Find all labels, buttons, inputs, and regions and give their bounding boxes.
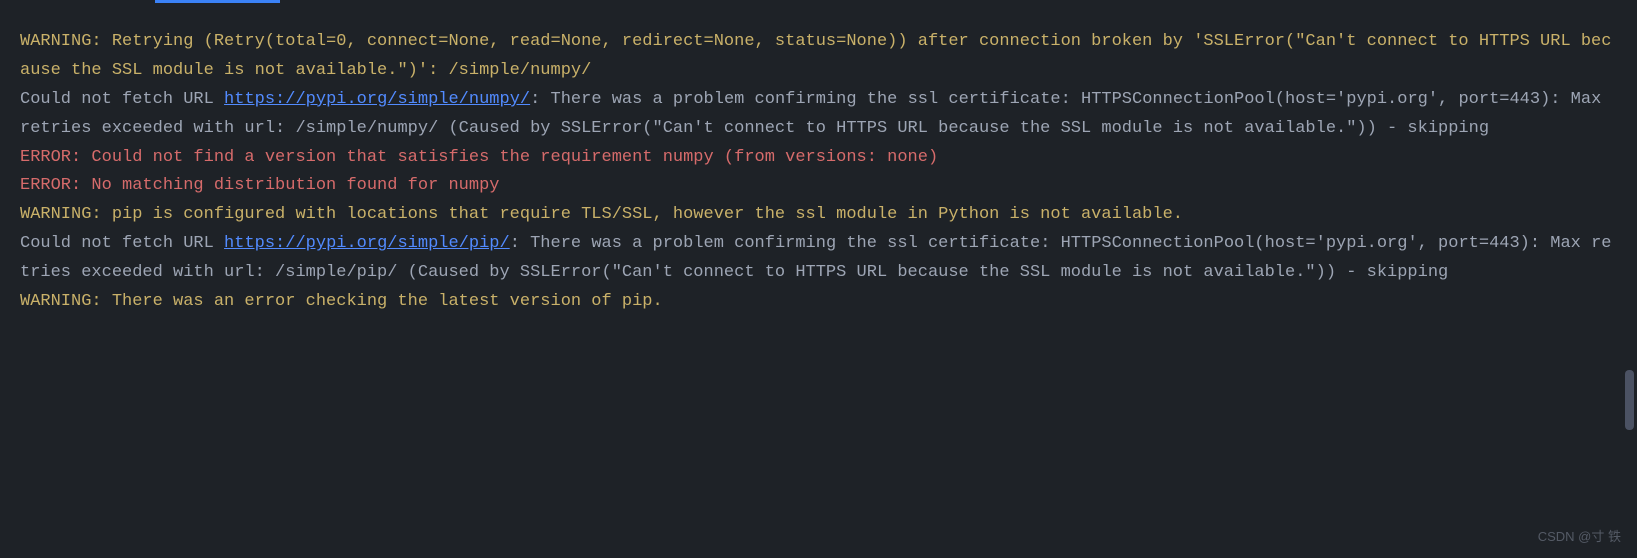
terminal-text: Could not fetch URL <box>20 90 224 109</box>
terminal-line-warning: WARNING: There was an error checking the… <box>20 288 1617 317</box>
terminal-line-error: ERROR: Could not find a version that sat… <box>20 144 1617 173</box>
terminal-link[interactable]: https://pypi.org/simple/pip/ <box>224 234 510 253</box>
terminal-line-warning: WARNING: Retrying (Retry(total=0, connec… <box>20 28 1617 86</box>
terminal-text: WARNING: pip is configured with location… <box>20 205 1183 224</box>
watermark-text: CSDN @寸 铁 <box>1538 526 1621 548</box>
terminal-line-info: Could not fetch URL https://pypi.org/sim… <box>20 230 1617 288</box>
terminal-text: ERROR: Could not find a version that sat… <box>20 148 938 167</box>
terminal-line-warning: WARNING: pip is configured with location… <box>20 201 1617 230</box>
terminal-text: WARNING: Retrying (Retry(total=0, connec… <box>20 32 1611 80</box>
terminal-link[interactable]: https://pypi.org/simple/numpy/ <box>224 90 530 109</box>
terminal-text: Could not fetch URL <box>20 234 224 253</box>
terminal-line-info: Could not fetch URL https://pypi.org/sim… <box>20 86 1617 144</box>
terminal-text: ERROR: No matching distribution found fo… <box>20 176 499 195</box>
active-tab-indicator <box>155 0 280 3</box>
scrollbar-thumb[interactable] <box>1625 370 1634 430</box>
terminal-line-error: ERROR: No matching distribution found fo… <box>20 172 1617 201</box>
terminal-text: WARNING: There was an error checking the… <box>20 292 663 311</box>
terminal-output: WARNING: Retrying (Retry(total=0, connec… <box>20 10 1617 317</box>
